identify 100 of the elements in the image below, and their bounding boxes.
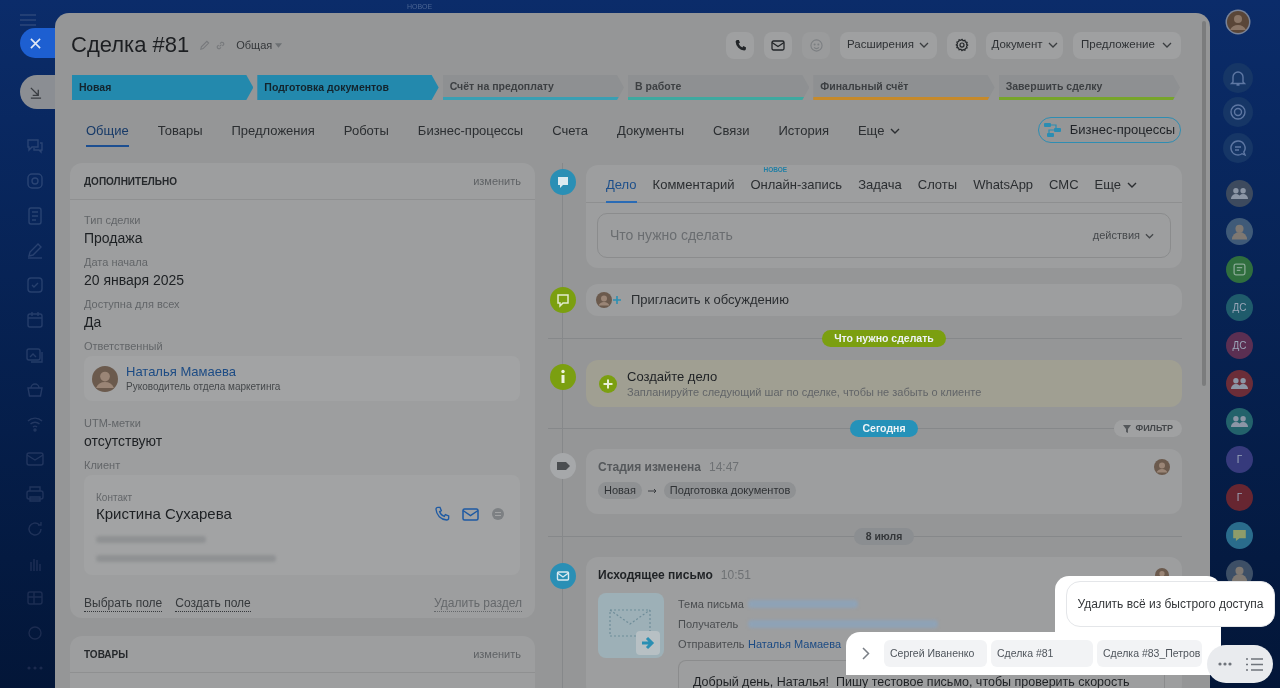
chevron-down-icon xyxy=(890,128,901,134)
stage-tag: Новая xyxy=(598,482,642,499)
tab[interactable]: Слоты xyxy=(917,165,958,203)
section-label: Что нужно сделать xyxy=(822,330,946,347)
category-dropdown[interactable]: Общая xyxy=(236,36,283,54)
field-label: Дата начала xyxy=(84,255,148,269)
smiley-icon xyxy=(809,38,823,52)
section-label: 8 июля xyxy=(853,528,915,545)
tab[interactable]: Комментарий xyxy=(652,165,735,203)
tab[interactable]: СМС xyxy=(1049,165,1079,203)
field-value: Да xyxy=(84,313,102,332)
phone-icon[interactable] xyxy=(434,506,450,522)
chevron-down-icon xyxy=(1127,182,1138,188)
collapse-button[interactable] xyxy=(20,75,55,109)
group-chat-icon[interactable] xyxy=(1226,370,1253,397)
field-action-link: Удалить раздел xyxy=(434,595,522,612)
field-label: Тип сделки xyxy=(84,213,141,227)
tab[interactable]: Задача xyxy=(858,165,902,203)
section-title: ДОПОЛНИТЕЛЬНО xyxy=(84,174,178,189)
tab[interactable]: Документы xyxy=(617,117,685,147)
printer-icon[interactable] xyxy=(25,483,45,504)
field-value: отсутствуют xyxy=(84,432,163,451)
close-icon xyxy=(30,37,41,49)
chevron-down-icon xyxy=(1162,42,1172,48)
add-icon[interactable] xyxy=(599,374,617,393)
bell-icon[interactable] xyxy=(1223,63,1253,93)
avatar-icon xyxy=(92,365,118,392)
settings-button[interactable] xyxy=(947,31,976,59)
offer-dropdown[interactable]: Предложение xyxy=(1073,31,1181,59)
field-label: Клиент xyxy=(84,458,121,472)
calendar-icon[interactable] xyxy=(25,310,45,330)
stage-step[interactable]: Завершить сделку xyxy=(998,75,1180,100)
chevron-right-icon[interactable] xyxy=(862,647,870,660)
add-participant-icon xyxy=(596,292,622,308)
envelope-icon[interactable] xyxy=(462,507,479,521)
person-position: Руководитель отдела маркетинга xyxy=(126,380,281,393)
tab[interactable]: Дело xyxy=(606,165,637,203)
stage-step[interactable]: Финальный счёт xyxy=(813,75,995,100)
tab[interactable]: Связи xyxy=(713,117,750,147)
client-name: Кристина Сухарева xyxy=(96,504,232,524)
stage-step[interactable]: В работе xyxy=(628,75,810,100)
document-icon[interactable] xyxy=(25,205,45,226)
caret-icon xyxy=(275,42,283,48)
target-icon[interactable] xyxy=(1223,97,1253,127)
avatar-icon xyxy=(1154,459,1170,475)
smiley-button[interactable] xyxy=(802,31,830,59)
target-icon[interactable] xyxy=(25,170,45,191)
tooltip-text: Удалить всё из быстрого доступа xyxy=(1077,596,1264,613)
document-dropdown[interactable]: Документ xyxy=(986,31,1063,59)
tab[interactable]: Роботы xyxy=(343,117,389,147)
stage-step[interactable]: Новая xyxy=(72,75,254,100)
tab[interactable]: Общие xyxy=(86,117,129,147)
invite-button[interactable]: Пригласить к обсуждению xyxy=(586,284,1182,316)
chat-avatar[interactable]: Г xyxy=(1226,484,1253,511)
tab[interactable]: Счета xyxy=(552,117,589,147)
hint-title: Создайте дело xyxy=(627,368,719,385)
call-button[interactable] xyxy=(726,31,754,59)
person-name-link[interactable]: Наталья Мамаева xyxy=(126,364,236,380)
chat-icon[interactable] xyxy=(1226,522,1253,549)
field-action-link[interactable]: Выбрать поле xyxy=(84,595,163,612)
envelope-icon xyxy=(771,39,785,51)
email-button[interactable] xyxy=(764,31,792,59)
field-value: 20 января 2025 xyxy=(84,271,185,290)
group-chat-icon[interactable] xyxy=(1226,180,1253,207)
more-icon[interactable] xyxy=(1218,662,1232,666)
quick-access-item[interactable]: Сделка #83_Петров xyxy=(1097,640,1202,667)
menu-icon[interactable] xyxy=(20,14,36,26)
tab[interactable]: Товары xyxy=(157,117,203,147)
extensions-dropdown[interactable]: Расширения xyxy=(840,31,937,59)
speech-bubble-icon xyxy=(550,287,576,313)
pencil-icon[interactable] xyxy=(199,39,211,51)
chat-avatar[interactable]: ДС xyxy=(1226,332,1253,359)
checkbox-icon[interactable] xyxy=(25,275,45,296)
chat-icon[interactable] xyxy=(1223,133,1253,163)
filter-button[interactable]: ФИЛЬТР xyxy=(1114,420,1182,437)
actions-dropdown[interactable]: действия xyxy=(1092,227,1154,244)
quick-access-item[interactable]: Сделка #81 xyxy=(991,640,1093,667)
more-tab[interactable]: Еще xyxy=(1094,165,1138,203)
app-icon[interactable] xyxy=(1226,256,1253,283)
arrow-right-icon xyxy=(647,487,658,494)
tab[interactable]: Предложения xyxy=(231,117,315,147)
list-icon[interactable] xyxy=(1246,657,1263,671)
phone-icon xyxy=(733,38,747,52)
chat-avatar[interactable]: ДС xyxy=(1226,294,1253,321)
chevron-down-icon xyxy=(919,42,929,48)
tab[interactable]: Бизнес-процессы xyxy=(417,117,524,147)
quick-access-item[interactable]: Сергей Иваненко xyxy=(884,640,987,667)
tab[interactable]: История xyxy=(778,117,829,147)
link-icon[interactable] xyxy=(215,39,227,51)
envelope-icon xyxy=(550,563,576,589)
more-tab[interactable]: Еще xyxy=(857,117,901,147)
flowchart-icon xyxy=(1043,123,1061,137)
stage-step[interactable]: Счёт на предоплату xyxy=(442,75,624,100)
sender-link[interactable]: Наталья Мамаева xyxy=(748,635,842,653)
close-button[interactable] xyxy=(20,28,55,58)
stage-step[interactable]: Подготовка документов xyxy=(257,75,439,100)
chat-avatar[interactable]: Г xyxy=(1226,446,1253,473)
tab[interactable]: WhatsApp xyxy=(973,165,1034,203)
field-action-link[interactable]: Создать поле xyxy=(175,595,251,612)
group-chat-icon[interactable] xyxy=(1226,408,1253,435)
